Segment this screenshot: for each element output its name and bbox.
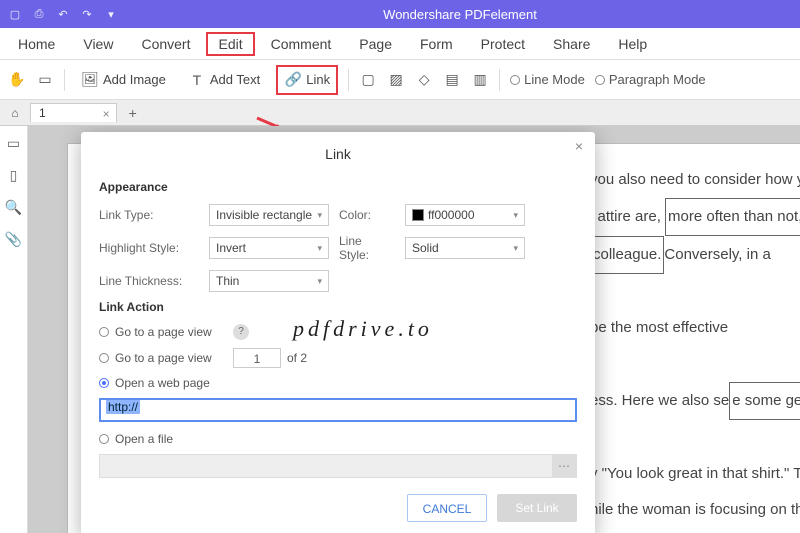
menubar: Home View Convert Edit Comment Page Form… (0, 28, 800, 60)
separator (499, 69, 500, 91)
color-label: Color: (339, 208, 395, 222)
help-icon[interactable]: ? (233, 324, 249, 340)
menu-convert[interactable]: Convert (129, 32, 202, 56)
background-icon[interactable]: ◇ (415, 71, 433, 89)
link-icon: 🔗 (284, 71, 302, 89)
file-path-input[interactable]: ⋯ (99, 454, 577, 478)
highlight-style-combo[interactable]: Invert▾ (209, 237, 329, 259)
link-type-label: Link Type: (99, 208, 199, 222)
appearance-heading: Appearance (99, 180, 577, 194)
browse-file-button[interactable]: ⋯ (552, 455, 576, 477)
header-footer-icon[interactable]: ▤ (443, 71, 461, 89)
add-text-label: Add Text (210, 72, 260, 87)
open-file-option[interactable]: Open a file (99, 432, 577, 446)
doc-text: l attire are, more often than not, (590, 208, 800, 225)
separator (64, 69, 65, 91)
watermark-text: pdfdrive.to (293, 316, 433, 342)
link-label: Link (306, 72, 330, 87)
app-title: Wondershare PDFelement (128, 7, 792, 22)
line-style-label: Line Style: (339, 234, 395, 262)
qat-redo-icon[interactable]: ↷ (80, 7, 94, 21)
add-text-button[interactable]: T Add Text (182, 67, 266, 93)
tab-label: 1 (39, 106, 46, 120)
tab-close-icon[interactable]: × (103, 107, 110, 121)
add-image-button[interactable]: 🖼 Add Image (75, 67, 172, 93)
crop-icon[interactable]: ▢ (359, 71, 377, 89)
menu-page[interactable]: Page (347, 32, 404, 56)
set-link-button[interactable]: Set Link (497, 494, 577, 522)
line-style-combo[interactable]: Solid▾ (405, 237, 525, 259)
chevron-down-icon: ▾ (317, 276, 322, 287)
qat-print-icon[interactable]: ⎙ (32, 7, 46, 21)
link-action-heading: Link Action (99, 300, 577, 314)
open-webpage-option[interactable]: Open a web page (99, 376, 577, 390)
line-thickness-combo[interactable]: Thin▾ (209, 270, 329, 292)
new-tab-button[interactable]: + (123, 105, 143, 121)
link-button[interactable]: 🔗 Link (276, 65, 338, 95)
menu-help[interactable]: Help (606, 32, 659, 56)
menu-home[interactable]: Home (6, 32, 67, 56)
color-combo[interactable]: ff000000▾ (405, 204, 525, 226)
dialog-close-button[interactable]: × (569, 136, 589, 156)
doc-text: y "You look great in that shirt." T (590, 465, 800, 482)
doc-text: ess. Here we also see some ge (590, 392, 800, 409)
link-type-combo[interactable]: Invisible rectangle▾ (209, 204, 329, 226)
bookmarks-icon[interactable]: ▯ (5, 166, 23, 184)
menu-view[interactable]: View (71, 32, 125, 56)
document-tab[interactable]: 1× (30, 103, 117, 122)
cancel-button[interactable]: CANCEL (407, 494, 487, 522)
menu-protect[interactable]: Protect (469, 32, 537, 56)
goto-pageview-num-option[interactable]: Go to a page view1of 2 (99, 348, 577, 368)
home-tab-icon[interactable]: ⌂ (6, 104, 24, 122)
select-tool-icon[interactable]: ▭ (36, 71, 54, 89)
page-number-input[interactable]: 1 (233, 348, 281, 368)
thumbnails-icon[interactable]: ▭ (5, 134, 23, 152)
search-icon[interactable]: 🔍 (5, 198, 23, 216)
chevron-down-icon: ▾ (317, 243, 322, 254)
qat-more-icon[interactable]: ▾ (104, 7, 118, 21)
bates-icon[interactable]: ▥ (471, 71, 489, 89)
qat-undo-icon[interactable]: ↶ (56, 7, 70, 21)
paragraph-mode-label: Paragraph Mode (609, 72, 706, 87)
line-mode-label: Line Mode (524, 72, 585, 87)
attachments-icon[interactable]: 📎 (5, 230, 23, 248)
doc-text: you also need to consider how y (590, 171, 800, 188)
menu-comment[interactable]: Comment (259, 32, 344, 56)
menu-share[interactable]: Share (541, 32, 602, 56)
image-icon: 🖼 (81, 71, 99, 89)
line-thickness-label: Line Thickness: (99, 274, 199, 288)
dialog-title: Link (99, 146, 577, 162)
hand-tool-icon[interactable]: ✋ (8, 71, 26, 89)
page-of-label: of 2 (287, 351, 307, 365)
text-icon: T (188, 71, 206, 89)
menu-edit[interactable]: Edit (206, 32, 254, 56)
chevron-down-icon: ▾ (317, 210, 322, 221)
separator (348, 69, 349, 91)
chevron-down-icon: ▾ (513, 210, 518, 221)
chevron-down-icon: ▾ (513, 243, 518, 254)
paragraph-mode-radio[interactable]: Paragraph Mode (595, 72, 706, 87)
highlight-style-label: Highlight Style: (99, 241, 199, 255)
watermark-icon[interactable]: ▨ (387, 71, 405, 89)
doc-text: hile the woman is focusing on th (590, 501, 800, 518)
menu-form[interactable]: Form (408, 32, 465, 56)
line-mode-radio[interactable]: Line Mode (510, 72, 585, 87)
qat-save-icon[interactable]: ▢ (8, 7, 22, 21)
url-input[interactable]: http:// (99, 398, 577, 422)
add-image-label: Add Image (103, 72, 166, 87)
